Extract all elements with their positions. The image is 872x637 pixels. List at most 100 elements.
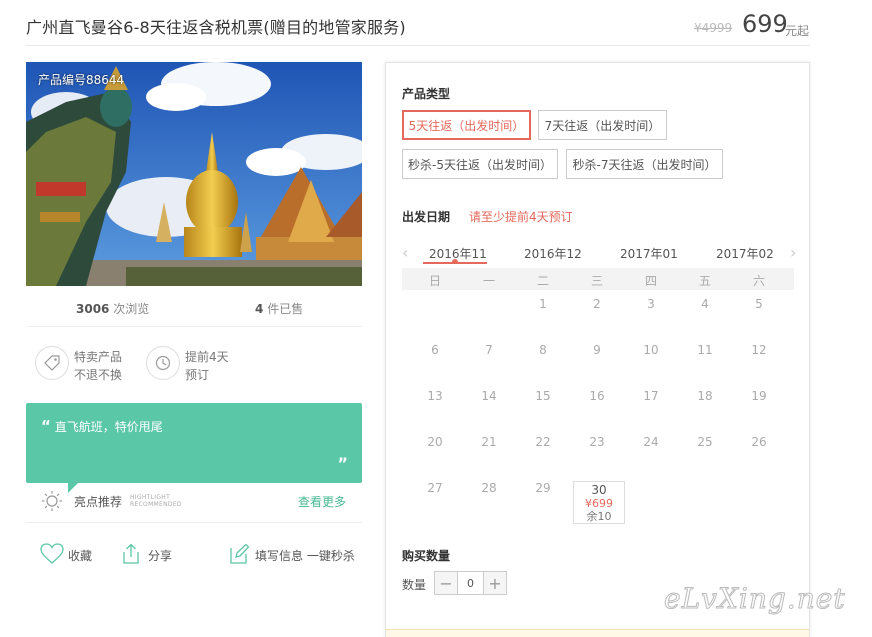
highlight-quote-box: “ 直飞航班，特价甩尾 ”: [26, 403, 362, 483]
calendar-day: 25: [697, 435, 713, 449]
calendar-day: 13: [427, 389, 443, 403]
month-tab-0[interactable]: 2016年11: [429, 245, 487, 262]
calendar-day: 4: [701, 297, 709, 311]
calendar-day: 22: [535, 435, 551, 449]
sun-icon: [42, 491, 62, 511]
title-divider: [26, 45, 810, 46]
sale-price: 699: [742, 10, 788, 38]
depart-date-title: 出发日期: [402, 210, 451, 224]
product-code: 产品编号88644: [38, 73, 125, 87]
weekday: 日: [428, 274, 441, 288]
price-unit: 元起: [785, 24, 810, 38]
product-type-title: 产品类型: [402, 87, 451, 101]
product-photo: 产品编号88644: [26, 62, 362, 286]
calendar-day: 23: [589, 435, 605, 449]
weekday-header: 日 一 二 三 四 五 六: [402, 268, 794, 290]
feature-line1: 提前4天: [185, 350, 229, 364]
calendar-day: 17: [643, 389, 659, 403]
day-number: 30: [591, 483, 607, 497]
open-quote-icon: “: [41, 417, 51, 435]
month-tab-3[interactable]: 2017年02: [716, 245, 774, 262]
sold-count-label: 件已售: [267, 302, 304, 316]
calendar-day: 3: [647, 297, 655, 311]
highlight-en-line1: HIGHTLIGHT: [130, 494, 171, 501]
calendar-day: 28: [481, 481, 497, 495]
quantity-plus-button[interactable]: +: [484, 572, 506, 594]
option-7-day[interactable]: 7天往返（出发时间）: [538, 110, 667, 140]
next-month-arrow-icon[interactable]: ›: [790, 243, 796, 262]
calendar-day: 24: [643, 435, 659, 449]
view-count: 3006 次浏览: [76, 300, 149, 317]
weekday: 五: [698, 274, 711, 288]
feature-text: 特卖产品 不退不换: [74, 348, 122, 384]
prev-month-arrow-icon[interactable]: ‹: [402, 243, 408, 262]
day-remaining: 余10: [586, 510, 612, 523]
depart-note: 请至少提前4天预订: [469, 210, 573, 224]
highlight-bar: 亮点推荐 HIGHTLIGHT RECOMMENDED 查看更多: [40, 490, 360, 512]
calendar-day: 20: [427, 435, 443, 449]
calendar-day: 18: [697, 389, 713, 403]
quantity-value[interactable]: 0: [457, 572, 484, 594]
calendar-day: 21: [481, 435, 497, 449]
calendar-day: 9: [593, 343, 601, 357]
month-tab-1[interactable]: 2016年12: [524, 245, 582, 262]
original-price: ¥4999: [694, 21, 733, 35]
booking-panel: 产品类型 5天往返（出发时间） 7天往返（出发时间） 秒杀-5天往返（出发时间）…: [385, 62, 810, 637]
weekday: 二: [536, 274, 549, 288]
clock-history-icon: [146, 346, 180, 380]
calendar-day: 29: [535, 481, 551, 495]
quantity-title: 购买数量: [402, 549, 451, 563]
temple-image: [26, 62, 362, 286]
quantity-stepper: − 0 +: [434, 571, 507, 595]
feature-text: 提前4天 预订: [185, 348, 229, 384]
heart-icon: [40, 543, 64, 564]
share-label: 分享: [148, 549, 173, 563]
calendar-day: 6: [431, 343, 439, 357]
calendar-day: 19: [751, 389, 767, 403]
feature-line2: 预订: [185, 368, 210, 382]
highlight-en-line2: RECOMMENDED: [130, 501, 182, 508]
highlight-label: 亮点推荐: [74, 495, 123, 509]
quantity-minus-button[interactable]: −: [435, 572, 457, 594]
option-5-day[interactable]: 5天往返（出发时间）: [402, 110, 531, 140]
calendar-day: 12: [751, 343, 767, 357]
calendar-day: 27: [427, 481, 443, 495]
watermark: eLvXing.net: [664, 582, 846, 616]
sold-count-number: 4: [255, 302, 264, 316]
option-flash-5-day[interactable]: 秒杀-5天往返（出发时间）: [402, 149, 558, 179]
weekday: 三: [590, 274, 603, 288]
feature-line1: 特卖产品: [74, 350, 123, 364]
calendar-day-available[interactable]: 30 ¥699 余10: [573, 481, 625, 524]
sold-count: 4 件已售: [255, 300, 303, 317]
edit-icon: [230, 543, 250, 564]
tag-icon: [35, 346, 69, 380]
view-count-label: 次浏览: [113, 302, 150, 316]
option-flash-7-day[interactable]: 秒杀-7天往返（出发时间）: [566, 149, 723, 179]
weekday: 一: [482, 274, 495, 288]
close-quote-icon: ”: [337, 454, 348, 473]
page-title: 广州直飞曼谷6-8天往返含税机票(赠目的地管家服务): [26, 18, 406, 37]
month-tab-2[interactable]: 2017年01: [620, 245, 678, 262]
calendar-day: 10: [643, 343, 659, 357]
calendar-day: 5: [755, 297, 763, 311]
calendar-day: 7: [485, 343, 493, 357]
quote-text: “ 直飞航班，特价甩尾: [41, 417, 163, 435]
calendar-day: 16: [589, 389, 605, 403]
view-count-number: 3006: [76, 302, 110, 316]
day-price: ¥699: [585, 497, 613, 510]
weekday: 四: [644, 274, 657, 288]
product-page: 广州直飞曼谷6-8天往返含税机票(赠目的地管家服务) ¥4999 699 元起: [0, 0, 872, 637]
stats-divider: [26, 326, 362, 327]
quantity-label: 数量: [402, 578, 427, 592]
fill-info-label: 填写信息 一键秒杀: [255, 549, 355, 563]
favorite-label: 收藏: [68, 549, 93, 563]
calendar-day: 1: [539, 297, 547, 311]
view-more-link[interactable]: 查看更多: [298, 493, 346, 510]
feature-line2: 不退不换: [74, 368, 123, 382]
calendar-day: 11: [697, 343, 713, 357]
month-indicator: [423, 262, 487, 264]
calendar-day: 2: [593, 297, 601, 311]
share-icon: [123, 543, 139, 564]
highlight-divider: [26, 522, 362, 523]
calendar-day: 15: [535, 389, 551, 403]
